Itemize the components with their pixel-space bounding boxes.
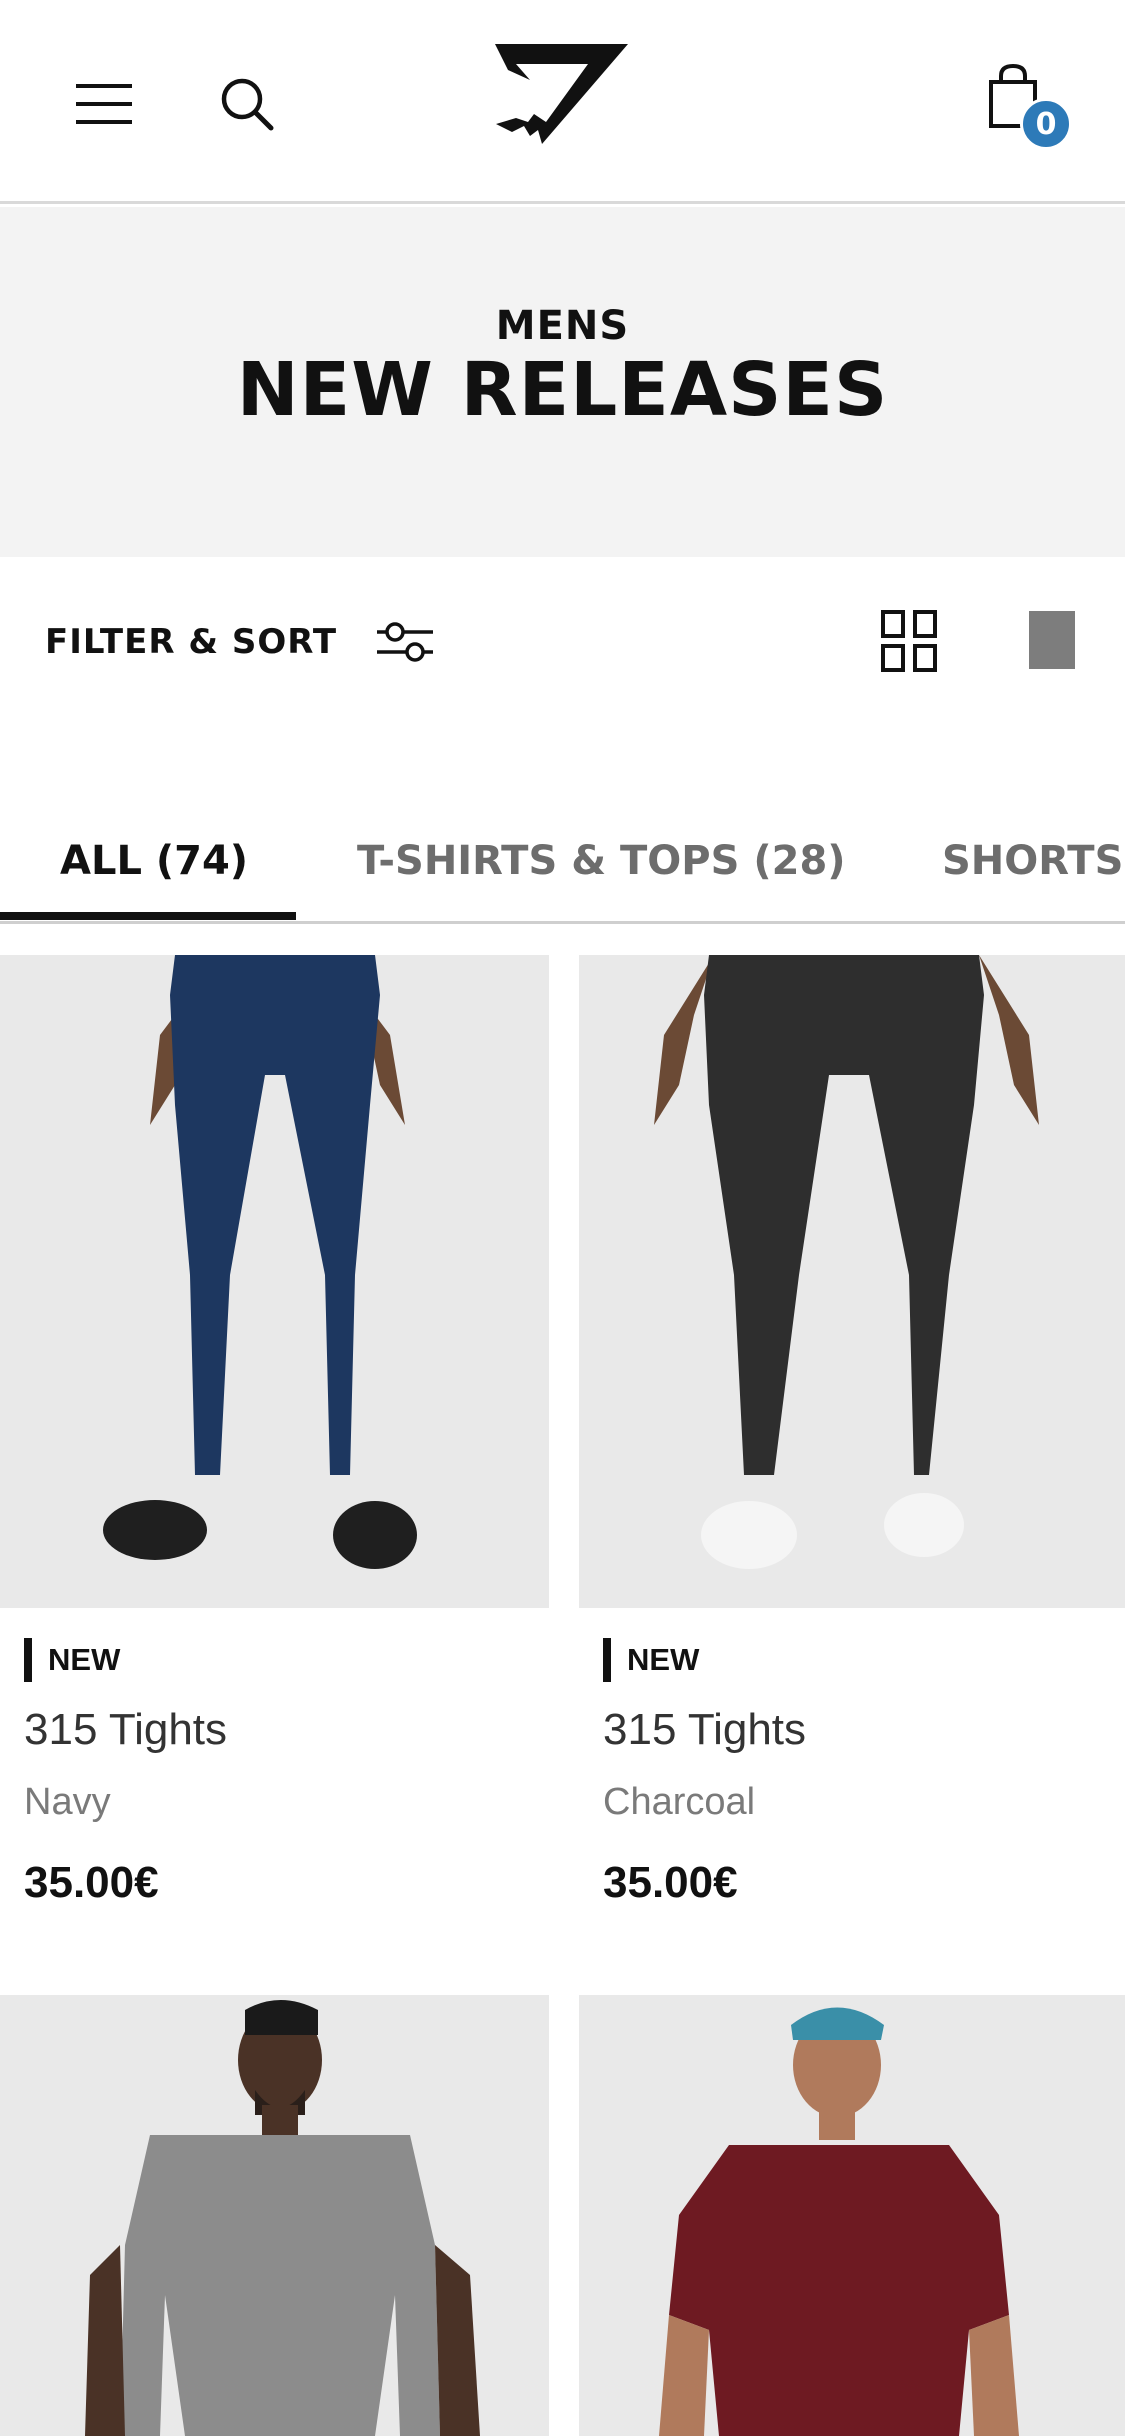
menu-button[interactable] (62, 62, 146, 146)
category-subtitle: MENS (495, 303, 630, 349)
single-view-icon (1029, 611, 1075, 669)
product-image[interactable] (579, 1995, 1125, 2436)
product-card[interactable]: NEW 315 Tights Charcoal 35.00€ (579, 955, 1125, 1935)
product-name[interactable]: 315 Tights (603, 1705, 806, 1755)
top-header: 0 (0, 0, 1125, 204)
product-image[interactable] (0, 955, 549, 1608)
product-color: Navy (24, 1781, 111, 1823)
category-hero: MENS NEW RELEASES (0, 207, 1125, 557)
product-color: Charcoal (603, 1781, 756, 1823)
tab-all[interactable]: ALL (74) (60, 800, 248, 921)
filter-sort-label: FILTER & SORT (45, 622, 338, 662)
filter-sort-button[interactable]: FILTER & SORT (45, 607, 435, 677)
product-price: 35.00€ (603, 1858, 738, 1907)
search-button[interactable] (205, 62, 289, 146)
brand-logo[interactable] (490, 40, 630, 150)
new-badge: NEW (24, 1638, 120, 1682)
single-view-button[interactable] (1025, 607, 1079, 671)
tab-tshirts-tops[interactable]: T-SHIRTS & TOPS (28) (357, 800, 846, 921)
product-image[interactable] (0, 1995, 549, 2436)
new-badge: NEW (603, 1638, 699, 1682)
active-tab-indicator (0, 912, 296, 920)
grid-view-button[interactable] (880, 607, 940, 677)
product-card[interactable] (0, 1995, 549, 2436)
page-title: NEW RELEASES (236, 347, 889, 433)
search-icon (221, 78, 274, 131)
category-tabs: ALL (74) T-SHIRTS & TOPS (28) SHORTS (0, 800, 1125, 924)
product-price: 35.00€ (24, 1858, 159, 1907)
tab-shorts[interactable]: SHORTS (942, 800, 1123, 921)
product-card[interactable]: NEW 315 Tights Navy 35.00€ (0, 955, 549, 1935)
filter-bar: FILTER & SORT (0, 557, 1125, 732)
cart-count-badge: 0 (1020, 98, 1072, 150)
grid-view-icon (881, 610, 937, 672)
product-card[interactable] (579, 1995, 1125, 2436)
sliders-icon (377, 622, 434, 662)
product-image[interactable] (579, 955, 1125, 1608)
hamburger-menu-icon (76, 84, 132, 124)
product-name[interactable]: 315 Tights (24, 1705, 227, 1755)
